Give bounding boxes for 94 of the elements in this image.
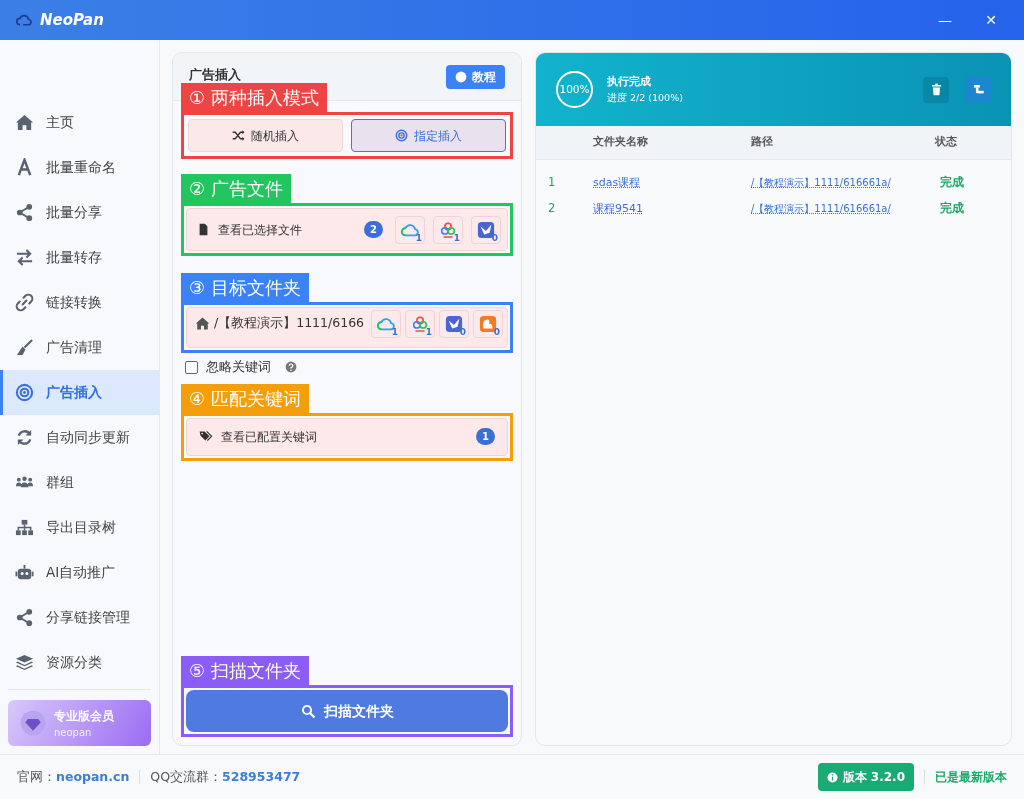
row-index: 2 xyxy=(548,200,557,218)
sidebar-item[interactable]: 广告清理 xyxy=(0,325,159,370)
sidebar-item[interactable]: 自动同步更新 xyxy=(0,415,159,460)
share-icon xyxy=(15,608,34,627)
export-icon xyxy=(971,83,985,96)
drive-count: 0 xyxy=(459,326,466,337)
column-header: 文件夹名称 xyxy=(593,134,649,151)
annotation-label: ⑤ 扫描文件夹 xyxy=(181,656,309,685)
progress-ring: 100% xyxy=(556,71,593,108)
home-icon xyxy=(15,113,34,132)
minimize-button[interactable]: — xyxy=(922,9,968,31)
exchange-icon xyxy=(15,248,34,267)
ignore-keywords-checkbox[interactable] xyxy=(185,360,198,374)
keywords-link[interactable]: 查看已配置关键词 xyxy=(221,427,317,446)
path-link[interactable]: /【教程演示】1111/616661a/ xyxy=(751,203,891,215)
drive-button[interactable]: 1 xyxy=(433,215,463,244)
file-icon xyxy=(197,223,210,236)
sidebar-item[interactable]: 群组 xyxy=(0,460,159,505)
site-link[interactable]: neopan.cn xyxy=(56,767,130,787)
progress-text: 进度 2/2 (100%) xyxy=(607,90,683,105)
drive-count: 1 xyxy=(415,232,422,243)
trash-icon xyxy=(929,83,943,96)
drive-count: 1 xyxy=(453,232,460,243)
qq-link[interactable]: 528953477 xyxy=(222,767,301,787)
sidebar-item[interactable]: 广告插入 xyxy=(0,370,159,415)
logo-icon xyxy=(16,12,32,28)
sidebar-item[interactable]: 批量分享 xyxy=(0,190,159,235)
target-icon xyxy=(15,383,34,402)
update-status: 已是最新版本 xyxy=(935,769,1007,786)
drive-button[interactable]: 0 xyxy=(439,309,469,338)
shuffle-icon xyxy=(232,129,245,142)
sidebar-item[interactable]: AI自动推广 xyxy=(0,550,159,595)
sidebar-item[interactable]: 导出目录树 xyxy=(0,505,159,550)
drive-button[interactable]: 1 xyxy=(371,309,401,338)
row-index: 1 xyxy=(548,174,557,192)
robot-icon xyxy=(15,563,34,582)
scan-button[interactable]: 扫描文件夹 xyxy=(186,690,508,732)
qq-label: QQ交流群： xyxy=(150,767,222,786)
home-icon xyxy=(195,316,210,331)
panel-title: 广告插入 xyxy=(189,66,241,85)
folder-path: /【教程演示】1111/6166 xyxy=(214,314,366,333)
font-icon xyxy=(15,158,34,177)
gem-icon xyxy=(20,710,46,736)
folder-link[interactable]: sdas课程 xyxy=(593,176,641,190)
drive-button[interactable]: 0 xyxy=(471,215,501,244)
broom-icon xyxy=(15,338,34,357)
keyword-count: 1 xyxy=(476,428,495,446)
drive-button[interactable]: 1 xyxy=(405,309,435,338)
mode-tab[interactable]: 随机插入 xyxy=(188,119,343,152)
search-icon xyxy=(300,703,316,719)
sitemap-icon xyxy=(15,518,34,537)
checkbox-label: 忽略关键词 xyxy=(206,358,271,376)
sidebar-item[interactable]: 分享链接管理 xyxy=(0,595,159,640)
member-title: 专业版会员 xyxy=(54,707,114,725)
annotation-label: ① 两种插入模式 xyxy=(181,83,327,112)
file-count: 2 xyxy=(364,221,383,238)
annotation-label: ④ 匹配关键词 xyxy=(181,383,309,413)
column-header: 状态 xyxy=(935,134,958,151)
layers-icon xyxy=(15,653,34,672)
delete-button[interactable] xyxy=(923,76,949,103)
export-button[interactable] xyxy=(965,76,991,103)
drive-count: 1 xyxy=(391,326,398,337)
drive-count: 1 xyxy=(425,326,432,337)
sidebar-item[interactable]: 批量重命名 xyxy=(0,145,159,190)
status-text: 完成 xyxy=(939,200,965,218)
path-link[interactable]: /【教程演示】1111/616661a/ xyxy=(751,177,891,189)
target-icon xyxy=(395,129,408,142)
sync-icon xyxy=(15,428,34,447)
column-header: 路径 xyxy=(751,134,774,151)
drive-count: 0 xyxy=(491,232,498,243)
share-icon xyxy=(15,203,34,222)
drive-button[interactable]: 1 xyxy=(395,215,425,244)
mode-tab[interactable]: 指定插入 xyxy=(351,119,506,152)
sidebar-item[interactable]: 主页 xyxy=(0,100,159,145)
tag-icon xyxy=(199,429,213,444)
annotation-label: ③ 目标文件夹 xyxy=(181,273,309,302)
selected-files-link[interactable]: 查看已选择文件 xyxy=(218,220,302,239)
tutorial-button[interactable]: 教程 xyxy=(446,64,505,89)
member-name: neopan xyxy=(54,725,93,740)
drive-count: 0 xyxy=(493,326,500,337)
version-button[interactable]: 版本 3.2.0 xyxy=(817,763,914,791)
site-label: 官网： xyxy=(17,767,56,786)
info-icon xyxy=(826,771,838,783)
close-button[interactable]: ✕ xyxy=(968,9,1014,31)
app-title: NeoPan xyxy=(40,9,104,31)
status-title: 执行完成 xyxy=(607,74,652,91)
link-icon xyxy=(15,293,34,312)
annotation-label: ② 广告文件 xyxy=(181,174,291,203)
sidebar-item[interactable]: 资源分类 xyxy=(0,640,159,685)
sidebar-item[interactable]: 链接转换 xyxy=(0,280,159,325)
sidebar-item[interactable]: 批量转存 xyxy=(0,235,159,280)
status-text: 完成 xyxy=(939,174,965,192)
drive-button[interactable]: 0 xyxy=(473,309,503,338)
folder-link[interactable]: 课程9541 xyxy=(593,202,643,216)
